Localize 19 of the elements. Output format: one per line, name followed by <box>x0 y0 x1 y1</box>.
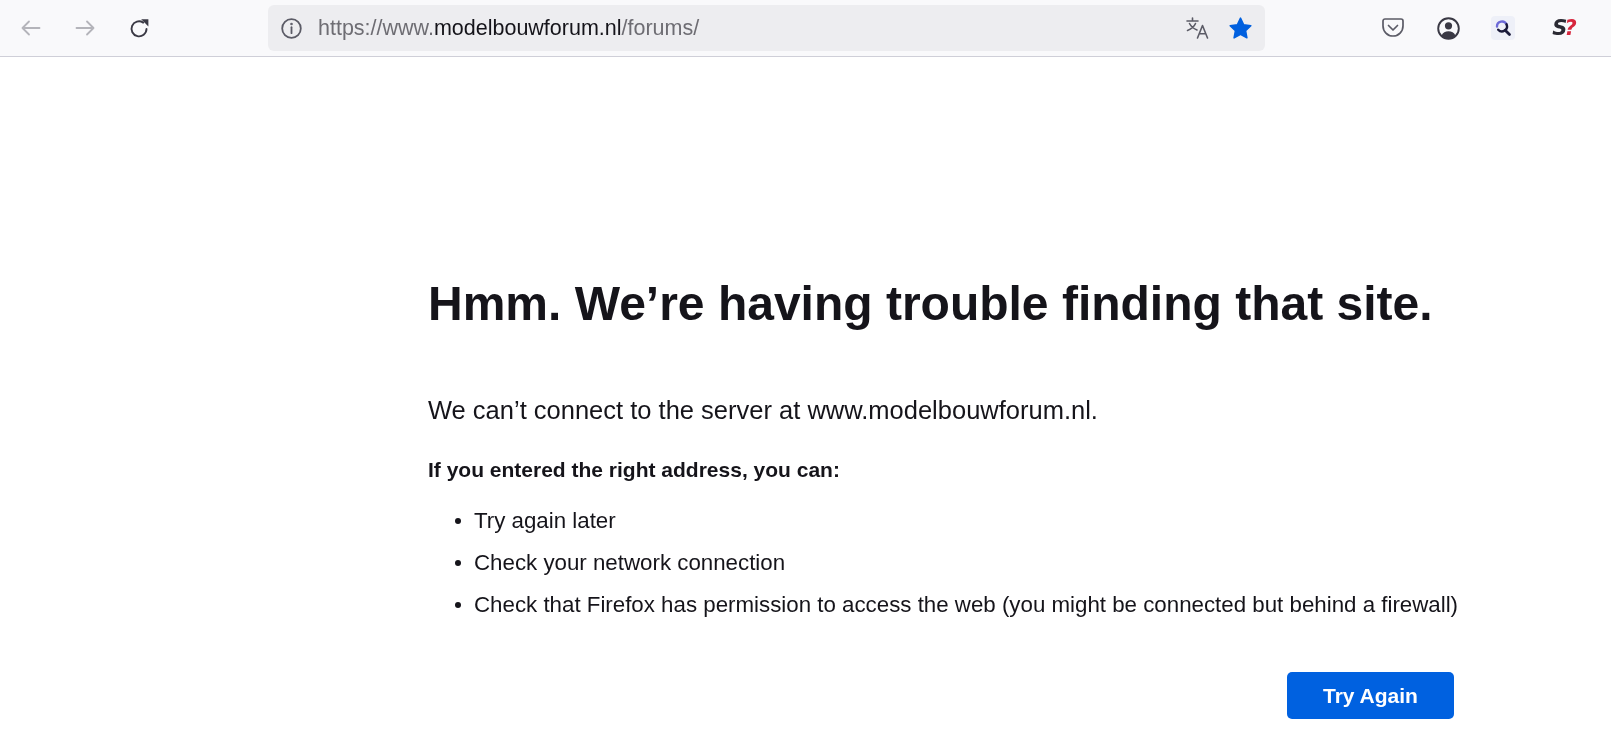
bullet-icon <box>455 518 461 524</box>
reload-icon[interactable] <box>128 17 150 39</box>
bullet-icon <box>455 560 461 566</box>
account-icon[interactable] <box>1436 16 1460 40</box>
bullet-icon <box>455 602 461 608</box>
address-field[interactable]: https://www.modelbouwforum.nl/forums/ <box>268 5 1265 51</box>
error-description: We can’t connect to the server at www.modelbouwforum.nl. <box>428 395 1099 425</box>
logo-button[interactable]: S? <box>1547 12 1579 44</box>
info-icon[interactable] <box>281 17 302 39</box>
suggestion-item: Check that Firefox has permission to access the web (you might be connected but behind a firewall) <box>474 591 1459 619</box>
error-title: Hmm. We’re having trouble finding that site. <box>428 278 1434 330</box>
translate-icon[interactable] <box>1186 17 1209 39</box>
star-icon[interactable] <box>1229 17 1252 39</box>
try-again-button[interactable]: Try Again <box>1287 672 1454 719</box>
suggestion-item: Try again later <box>474 507 616 535</box>
suggestion-item: Check your network connection <box>474 549 786 577</box>
suggestions-heading: If you entered the right address, you can: <box>428 457 841 483</box>
magnifier-icon[interactable] <box>1491 16 1515 40</box>
chevron-shield-icon[interactable] <box>1382 18 1404 38</box>
